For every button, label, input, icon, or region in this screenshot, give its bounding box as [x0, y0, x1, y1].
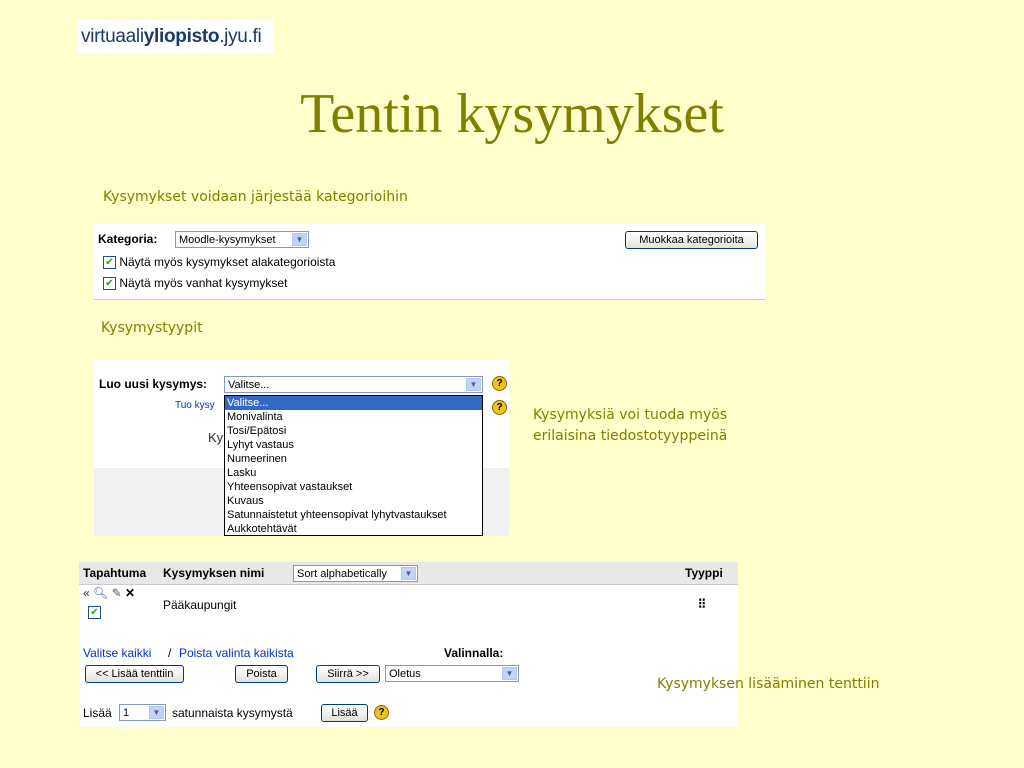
caption-import-2: erilaisina tiedostotyyppeinä	[533, 428, 728, 444]
slide-title: Tentin kysymykset	[300, 83, 724, 145]
check-old-questions-label: Näytä myös vanhat kysymykset	[119, 276, 288, 290]
edit-categories-button[interactable]: Muokkaa kategorioita	[625, 231, 758, 249]
virtuaaliyliopisto-logo: virtuaaliyliopisto.jyu.fi	[77, 20, 274, 53]
delete-button[interactable]: Poista	[235, 665, 288, 683]
matching-type-icon: ⁝⁝	[698, 595, 706, 611]
check-subcategories-row: ✔ Näytä myös kysymykset alakategorioista	[103, 255, 336, 270]
create-question-label: Luo uusi kysymys:	[99, 377, 208, 391]
option-monivalinta[interactable]: Monivalinta	[225, 410, 482, 424]
random-count-select[interactable]: 1 ▼	[119, 704, 166, 721]
checkbox-old-questions[interactable]: ✔	[103, 277, 116, 291]
row-action-icons: « 🔍︎ ✎ ✕	[83, 586, 143, 600]
edit-icon[interactable]: ✎	[112, 586, 122, 600]
create-question-panel: Luo uusi kysymys: Valitse... ▼ ? ? Tuo k…	[94, 360, 509, 536]
row-checkbox[interactable]: ✔	[88, 606, 101, 619]
option-lasku[interactable]: Lasku	[225, 466, 482, 480]
optional-label: Valinnalla:	[444, 646, 504, 660]
col-action-header: Tapahtuma	[83, 566, 147, 580]
add-random-suffix: satunnaista kysymystä	[172, 706, 293, 720]
caption-import-1: Kysymyksiä voi tuoda myös	[533, 407, 728, 423]
caption-types: Kysymystyypit	[101, 320, 203, 336]
caption-categories: Kysymykset voidaan järjestää kategorioih…	[103, 189, 408, 205]
link-separator: /	[168, 646, 172, 660]
help-icon[interactable]: ?	[492, 400, 507, 415]
add-random-prefix: Lisää	[83, 706, 112, 720]
category-panel: Kategoria: Moodle-kysymykset ▼ Muokkaa k…	[94, 223, 765, 300]
checkbox-subcategories[interactable]: ✔	[103, 256, 116, 270]
option-numeerinen[interactable]: Numeerinen	[225, 452, 482, 466]
target-category-value: Oletus	[389, 668, 421, 680]
check-subcategories-label: Näytä myös kysymykset alakategorioista	[119, 255, 336, 269]
option-tosi-epatosi[interactable]: Tosi/Epätosi	[225, 424, 482, 438]
chevron-down-icon: ▼	[466, 378, 481, 391]
logo-prefix: virtuaali	[81, 26, 144, 47]
select-all-link[interactable]: Valitse kaikki	[83, 646, 151, 660]
chevron-down-icon: ▼	[149, 706, 164, 719]
target-category-select[interactable]: Oletus ▼	[385, 665, 519, 682]
add-random-button[interactable]: Lisää	[321, 704, 368, 722]
question-type-select-value: Valitse...	[228, 379, 270, 391]
sort-select-value: Sort alphabetically	[297, 568, 387, 580]
question-type-dropdown[interactable]: Valitse... Monivalinta Tosi/Epätosi Lyhy…	[224, 395, 483, 536]
question-name: Pääkaupungit	[163, 598, 237, 612]
logo-bold: yliopisto	[143, 26, 220, 47]
chevron-down-icon: ▼	[502, 667, 517, 680]
help-icon[interactable]: ?	[492, 376, 507, 391]
check-old-questions-row: ✔ Näytä myös vanhat kysymykset	[103, 276, 288, 291]
add-to-quiz-button[interactable]: << Lisää tenttiin	[85, 665, 184, 683]
add-to-quiz-icon[interactable]: «	[83, 586, 90, 600]
delete-icon[interactable]: ✕	[125, 586, 135, 600]
chevron-down-icon: ▼	[401, 567, 416, 580]
chevron-down-icon: ▼	[292, 233, 307, 246]
preview-icon[interactable]: 🔍︎	[93, 586, 108, 600]
table-header: Tapahtuma Kysymyksen nimi Sort alphabeti…	[79, 562, 738, 585]
move-button[interactable]: Siirrä >>	[316, 665, 380, 683]
category-select[interactable]: Moodle-kysymykset ▼	[175, 231, 309, 248]
import-questions-link[interactable]: Tuo kysy	[175, 400, 215, 411]
random-count-value: 1	[123, 707, 130, 719]
category-label: Kategoria:	[98, 232, 158, 246]
option-yhteensopivat[interactable]: Yhteensopivat vastaukset	[225, 480, 482, 494]
option-aukkotehtavat[interactable]: Aukkotehtävät	[225, 522, 482, 536]
obscured-text: Ky	[208, 430, 224, 445]
deselect-all-link[interactable]: Poista valinta kaikista	[179, 646, 294, 660]
category-select-value: Moodle-kysymykset	[179, 234, 276, 246]
col-type-header: Tyyppi	[685, 566, 723, 580]
sort-select[interactable]: Sort alphabetically ▼	[293, 565, 418, 582]
question-type-select[interactable]: Valitse... ▼	[224, 376, 483, 393]
caption-add: Kysymyksen lisääminen tenttiin	[657, 676, 880, 692]
col-name-header: Kysymyksen nimi	[163, 566, 265, 580]
option-lyhyt-vastaus[interactable]: Lyhyt vastaus	[225, 438, 482, 452]
option-valitse[interactable]: Valitse...	[225, 396, 482, 410]
help-icon[interactable]: ?	[374, 705, 389, 720]
question-list-panel: Tapahtuma Kysymyksen nimi Sort alphabeti…	[79, 562, 738, 727]
option-satunnaistetut[interactable]: Satunnaistetut yhteensopivat lyhytvastau…	[225, 508, 482, 522]
option-kuvaus[interactable]: Kuvaus	[225, 494, 482, 508]
logo-suffix: .jyu.fi	[219, 26, 262, 47]
